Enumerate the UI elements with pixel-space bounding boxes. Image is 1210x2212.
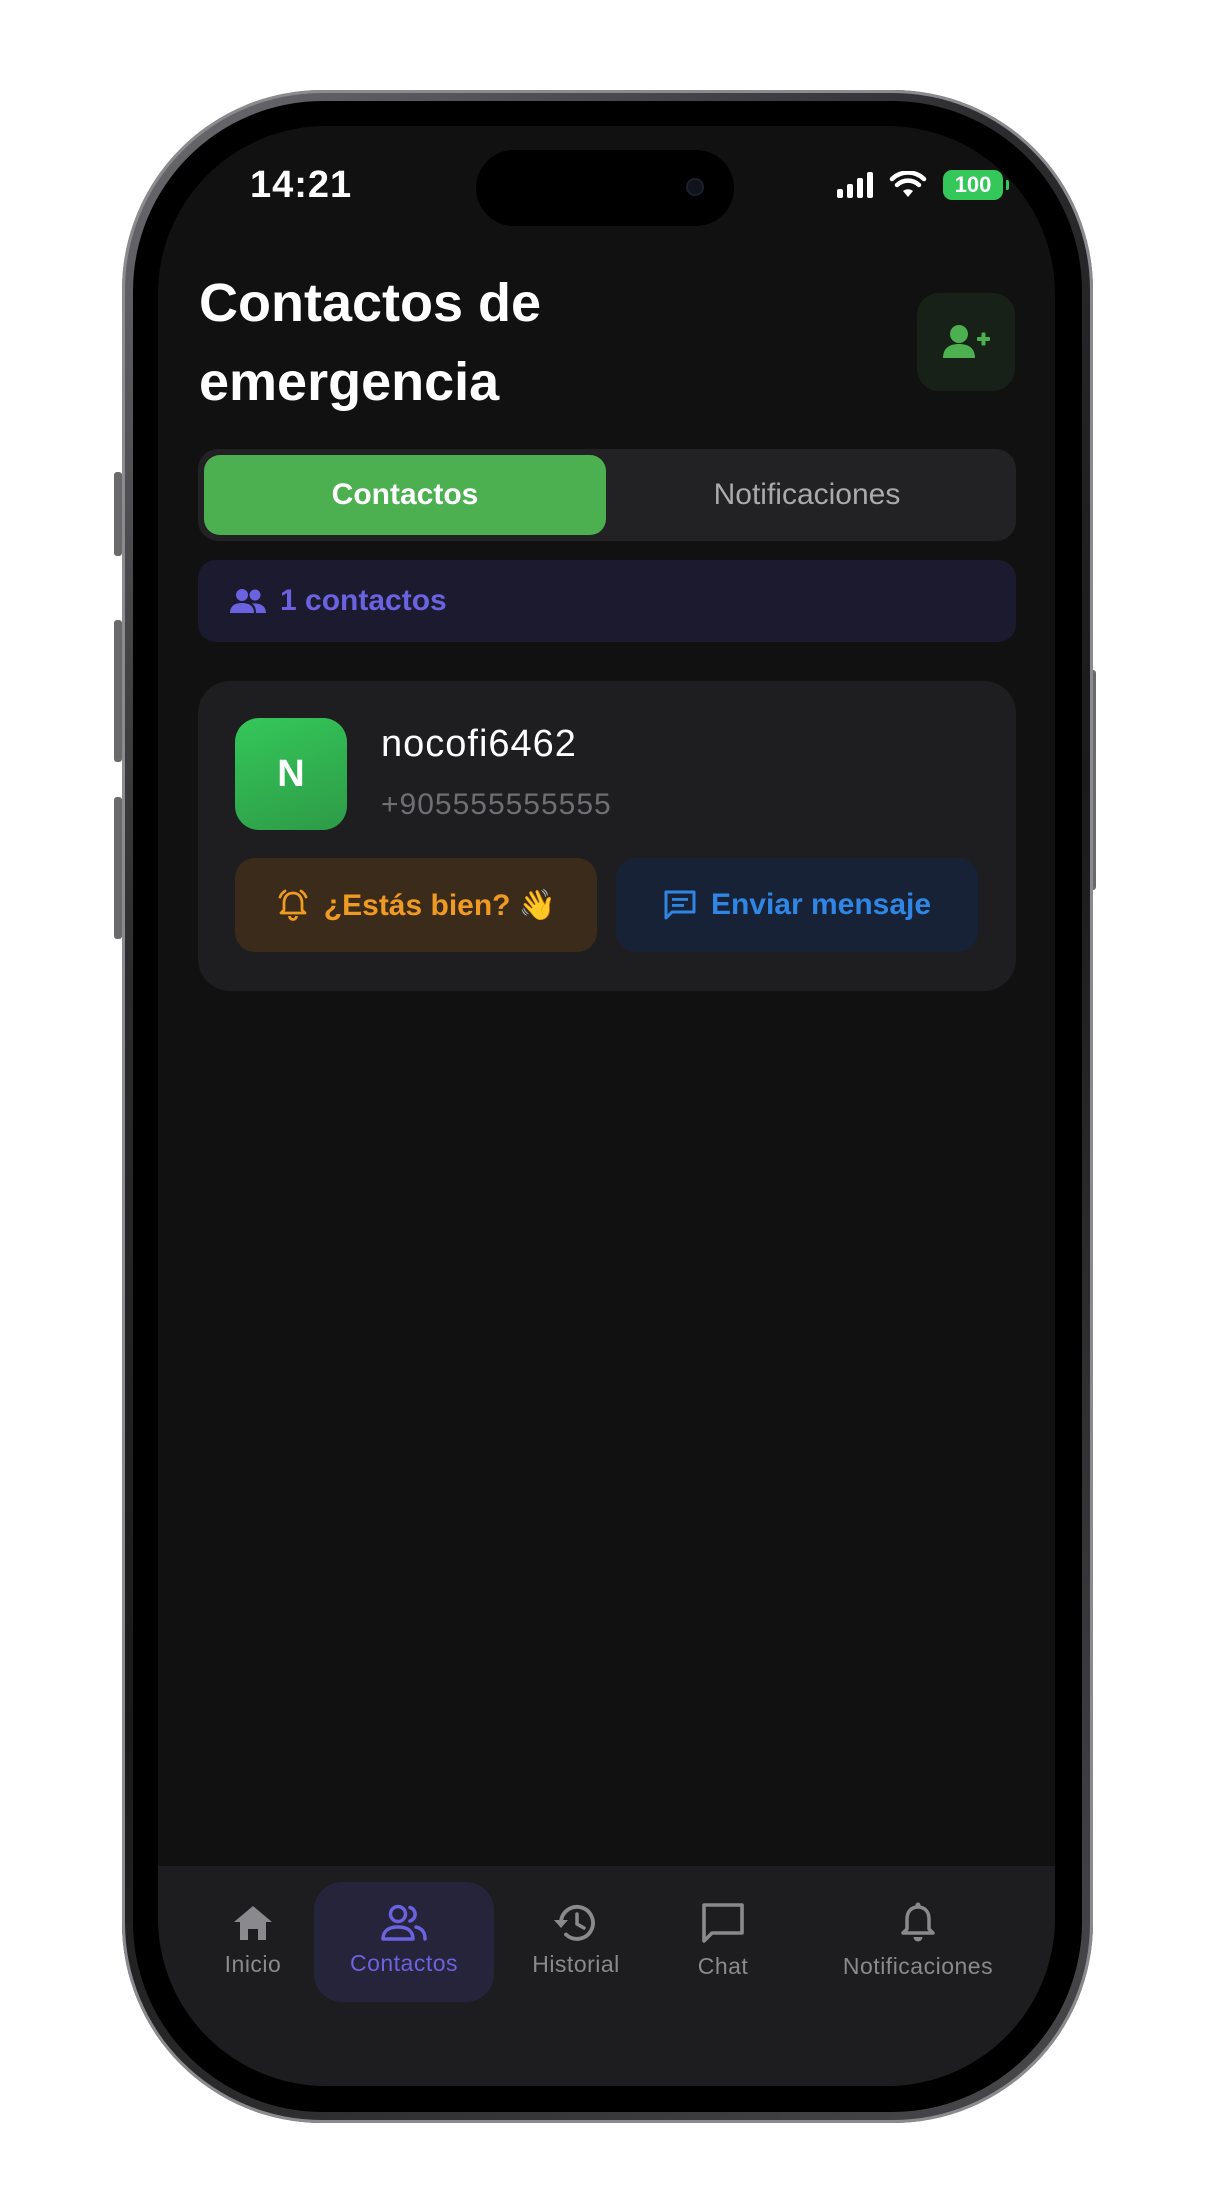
- home-icon: [234, 1905, 272, 1940]
- contacts-count-text: 1 contactos: [280, 584, 447, 617]
- volume-up-button: [114, 620, 122, 762]
- contact-phone: +905555555555: [381, 788, 612, 821]
- add-contact-button[interactable]: [917, 293, 1015, 391]
- nav-item-contactos[interactable]: Contactos: [314, 1880, 494, 2000]
- send-message-label: Enviar mensaje: [710, 888, 932, 921]
- nav-item-chat[interactable]: Chat: [658, 1880, 788, 2000]
- contacts-count-banner: 1 contactos: [198, 560, 1016, 642]
- cellular-signal-icon: [837, 172, 873, 198]
- device-mockup: 14:21 100 Contactos de emergencia Contac…: [0, 0, 1210, 2212]
- nav-item-notificaciones[interactable]: Notificaciones: [818, 1880, 1018, 2000]
- wifi-icon: [889, 171, 927, 197]
- nav-item-historial[interactable]: Historial: [506, 1880, 646, 2000]
- chat-icon: [702, 1902, 744, 1943]
- message-icon: [664, 890, 696, 920]
- nav-label-contactos: Contactos: [349, 1949, 459, 1976]
- contact-card[interactable]: N nocofi6462 +905555555555 ¿Estás bien? …: [198, 681, 1016, 991]
- app-screen: 14:21 100 Contactos de emergencia Contac…: [158, 126, 1055, 2086]
- volume-down-button: [114, 797, 122, 939]
- contacts-icon: [381, 1904, 427, 1941]
- nav-label-chat: Chat: [697, 1952, 749, 1979]
- bell-icon: [901, 1902, 935, 1941]
- nav-label-notificaciones: Notificaciones: [842, 1952, 994, 1979]
- check-in-button[interactable]: ¿Estás bien? 👋: [235, 858, 597, 952]
- status-time: 14:21: [250, 164, 353, 206]
- tab-notificaciones[interactable]: Notificaciones: [606, 455, 1008, 535]
- history-icon: [554, 1904, 595, 1941]
- contact-name: nocofi6462: [381, 723, 577, 765]
- send-message-button[interactable]: Enviar mensaje: [616, 858, 978, 952]
- status-indicators: 100: [837, 170, 1009, 200]
- nav-label-inicio: Inicio: [224, 1950, 282, 1977]
- silent-switch: [114, 472, 122, 556]
- segmented-tabs: Contactos Notificaciones: [198, 449, 1016, 541]
- page-title: Contactos de emergencia: [199, 273, 542, 412]
- bell-ring-icon: [278, 889, 308, 921]
- avatar: N: [235, 718, 347, 830]
- nav-item-inicio[interactable]: Inicio: [188, 1880, 318, 2000]
- people-icon: [230, 589, 266, 613]
- battery-indicator: 100: [943, 170, 1009, 200]
- person-add-icon: [943, 325, 990, 358]
- nav-label-historial: Historial: [532, 1950, 620, 1977]
- check-in-label: ¿Estás bien? 👋: [323, 888, 557, 922]
- camera-icon: [686, 178, 704, 196]
- dynamic-island: [476, 150, 734, 226]
- bottom-navigation: Inicio Contactos Historial Chat Notifica…: [158, 1866, 1055, 2086]
- tab-contactos[interactable]: Contactos: [204, 455, 606, 535]
